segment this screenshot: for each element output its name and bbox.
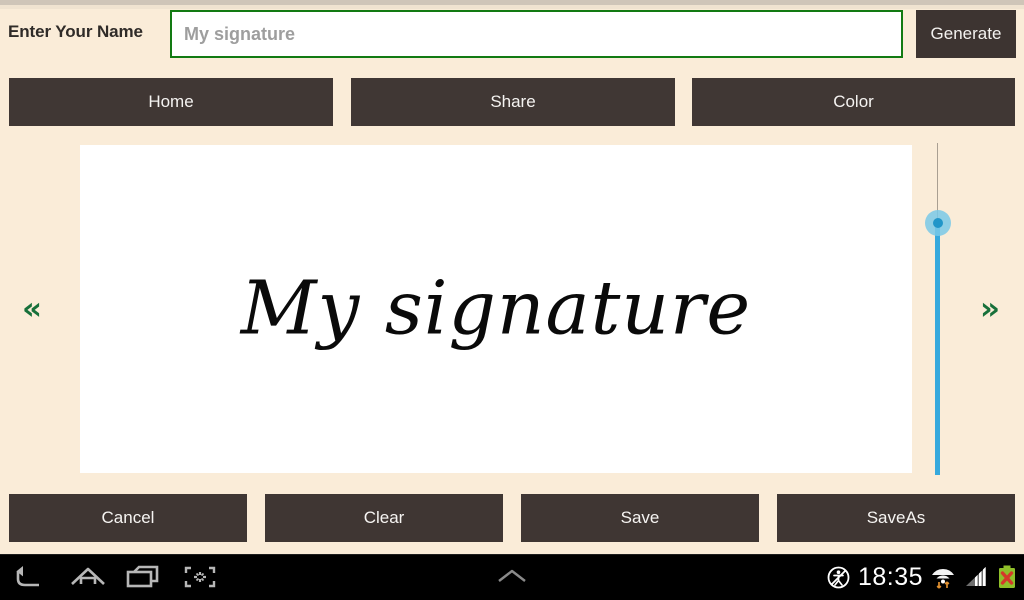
- status-icons-area: 18:35: [826, 554, 1018, 600]
- save-button[interactable]: Save: [521, 494, 759, 542]
- clear-button[interactable]: Clear: [265, 494, 503, 542]
- battery-error-icon: [996, 564, 1018, 590]
- nav-button-color[interactable]: Color: [692, 78, 1015, 126]
- previous-style-arrow-icon[interactable]: «: [4, 285, 60, 333]
- home-icon[interactable]: [66, 561, 110, 593]
- signature-preview-text: My signature: [240, 265, 752, 352]
- screenshot-icon[interactable]: [178, 561, 222, 593]
- android-system-bar: 18:35: [0, 554, 1024, 600]
- expand-up-icon[interactable]: [490, 564, 534, 590]
- generate-button[interactable]: Generate: [916, 10, 1016, 58]
- nav-row: Home Share Color: [0, 78, 1024, 126]
- signature-canvas[interactable]: My signature: [80, 145, 912, 473]
- status-clock: 18:35: [857, 562, 923, 591]
- bottom-filler: [0, 542, 1024, 554]
- signal-icon: [963, 564, 989, 590]
- signature-stage: « My signature »: [0, 133, 1024, 485]
- next-style-arrow-icon[interactable]: »: [962, 285, 1018, 333]
- header-row: Enter Your Name Generate: [0, 9, 1024, 61]
- signature-maker-app: Enter Your Name Generate Home Share Colo…: [0, 0, 1024, 600]
- nav-button-home[interactable]: Home: [9, 78, 333, 126]
- cancel-button[interactable]: Cancel: [9, 494, 247, 542]
- slider-track-fill: [935, 223, 940, 475]
- enter-your-name-label: Enter Your Name: [8, 22, 143, 41]
- back-icon[interactable]: [8, 561, 52, 593]
- name-input[interactable]: [170, 10, 903, 58]
- recent-apps-icon[interactable]: [120, 561, 164, 593]
- wifi-icon: [930, 564, 956, 590]
- nav-button-share[interactable]: Share: [351, 78, 675, 126]
- slider-thumb[interactable]: [933, 218, 943, 228]
- action-row: Cancel Clear Save SaveAs: [0, 494, 1024, 542]
- mute-icon: [826, 565, 851, 590]
- size-slider[interactable]: [925, 143, 951, 475]
- saveas-button[interactable]: SaveAs: [777, 494, 1015, 542]
